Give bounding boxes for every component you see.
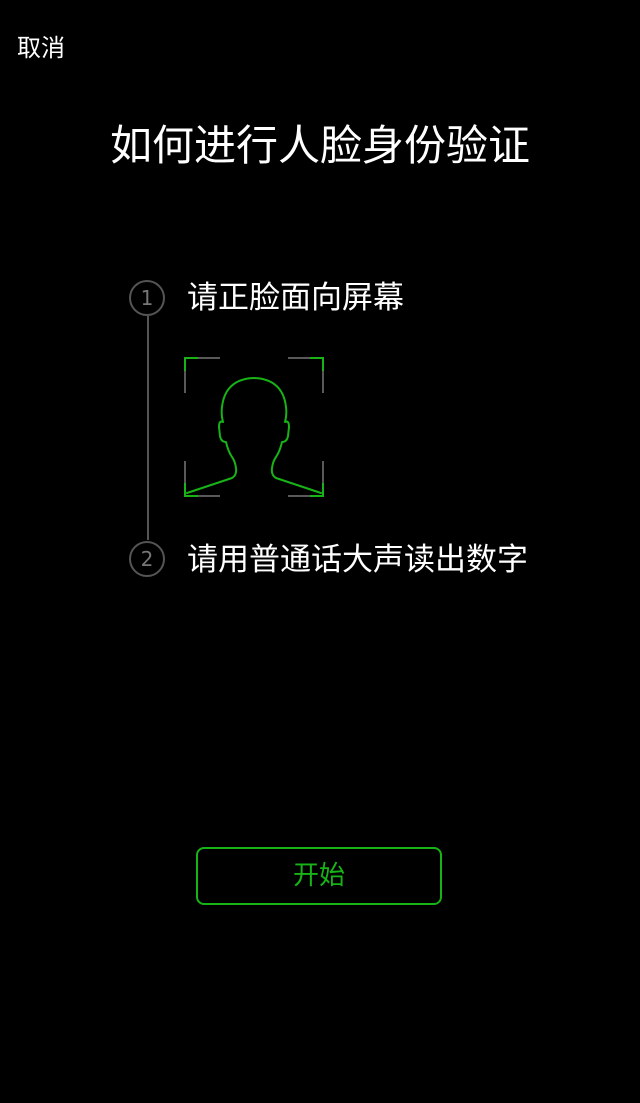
step-1-label: 请正脸面向屏幕 xyxy=(187,280,404,316)
face-scan-frame-icon xyxy=(184,357,324,497)
step-2-label: 请用普通话大声读出数字 xyxy=(187,542,528,578)
step-1-number-badge: 1 xyxy=(129,280,165,316)
face-outline-icon xyxy=(186,377,322,494)
cancel-button[interactable]: 取消 xyxy=(17,32,65,64)
steps-timeline-line xyxy=(147,316,149,540)
start-button[interactable]: 开始 xyxy=(196,847,442,905)
page-title: 如何进行人脸身份验证 xyxy=(109,121,530,170)
step-2-number-badge: 2 xyxy=(129,541,165,577)
